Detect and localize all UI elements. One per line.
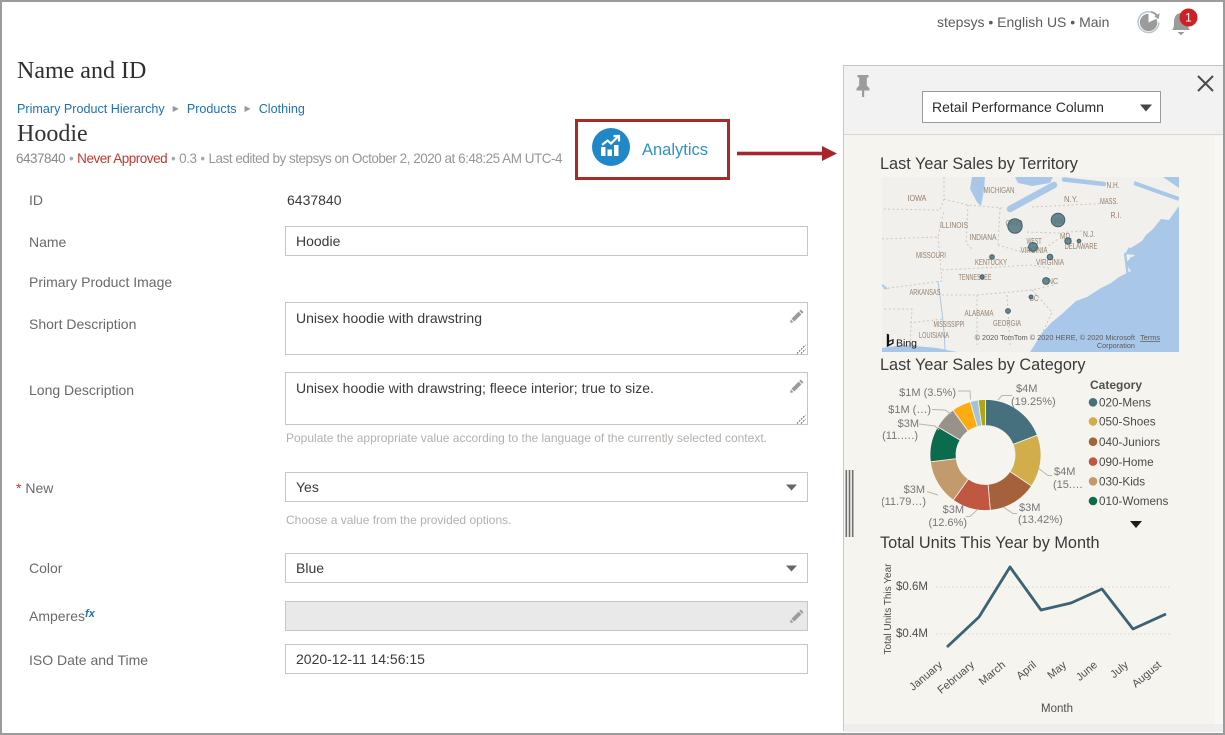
svg-text:$3M: $3M xyxy=(898,418,919,430)
svg-text:April: April xyxy=(1014,659,1039,682)
svg-text:$1M (…): $1M (…) xyxy=(888,404,931,416)
svg-text:June: June xyxy=(1074,659,1100,684)
svg-text:$3M: $3M xyxy=(1019,502,1040,514)
svg-text:$4M: $4M xyxy=(1016,383,1037,395)
svg-text:Category: Category xyxy=(1090,378,1142,392)
svg-text:050-Shoes: 050-Shoes xyxy=(1099,416,1156,429)
svg-text:(12.6%): (12.6%) xyxy=(928,517,967,529)
svg-text:Corporation: Corporation xyxy=(1097,341,1135,350)
svg-text:ARKANSAS: ARKANSAS xyxy=(910,288,941,297)
svg-text:INDIANA: INDIANA xyxy=(970,233,998,242)
svg-text:$4M: $4M xyxy=(1054,466,1075,478)
svg-text:(15.…: (15.… xyxy=(1053,479,1083,491)
svg-text:N.J.: N.J. xyxy=(1083,230,1095,239)
svg-text:$0.6M: $0.6M xyxy=(896,581,928,593)
svg-text:MISSOURI: MISSOURI xyxy=(916,251,946,260)
svg-text:N.H.: N.H. xyxy=(1107,181,1120,190)
svg-text:(13.42%): (13.42%) xyxy=(1018,514,1063,526)
svg-text:Bing: Bing xyxy=(896,338,917,350)
svg-text:040-Juniors: 040-Juniors xyxy=(1099,436,1160,449)
svg-text:$3M: $3M xyxy=(943,504,964,516)
svg-text:090-Home: 090-Home xyxy=(1099,456,1154,469)
svg-text:ALABAMA: ALABAMA xyxy=(965,309,995,318)
svg-text:February: February xyxy=(935,659,977,697)
svg-text:MICHIGAN: MICHIGAN xyxy=(984,186,1015,195)
svg-text:ILLINOIS: ILLINOIS xyxy=(940,221,968,230)
svg-text:$3M: $3M xyxy=(904,484,925,496)
svg-text:$1M (3.5%): $1M (3.5%) xyxy=(899,387,956,399)
svg-text:Month: Month xyxy=(1041,703,1073,715)
svg-text:GEORGIA: GEORGIA xyxy=(993,319,1021,328)
svg-text:(11.79…): (11.79…) xyxy=(882,496,926,508)
svg-text:010-Womens: 010-Womens xyxy=(1099,495,1168,508)
svg-text:(11.….): (11.….) xyxy=(882,430,918,442)
svg-text:LOUISIANA: LOUISIANA xyxy=(919,331,949,340)
svg-text:May: May xyxy=(1045,659,1069,682)
svg-text:1: 1 xyxy=(1185,13,1191,25)
svg-text:TENNESSEE: TENNESSEE xyxy=(959,273,992,282)
svg-text:July: July xyxy=(1108,659,1131,681)
svg-text:MASS.: MASS. xyxy=(1100,197,1118,206)
svg-text:August: August xyxy=(1130,659,1164,690)
svg-text:030-Kids: 030-Kids xyxy=(1099,476,1145,489)
svg-text:Total Units This Year: Total Units This Year xyxy=(883,563,894,655)
svg-text:020-Mens: 020-Mens xyxy=(1099,397,1151,410)
svg-text:March: March xyxy=(977,659,1008,688)
svg-text:IOWA: IOWA xyxy=(908,194,928,203)
svg-text:Terms: Terms xyxy=(1140,333,1160,342)
svg-text:(19.25%): (19.25%) xyxy=(1011,396,1056,408)
svg-text:MISSISSIPPI: MISSISSIPPI xyxy=(934,320,965,329)
svg-text:R.I.: R.I. xyxy=(1111,211,1122,220)
svg-text:N.Y.: N.Y. xyxy=(1064,195,1078,204)
svg-text:$0.4M: $0.4M xyxy=(896,628,928,640)
